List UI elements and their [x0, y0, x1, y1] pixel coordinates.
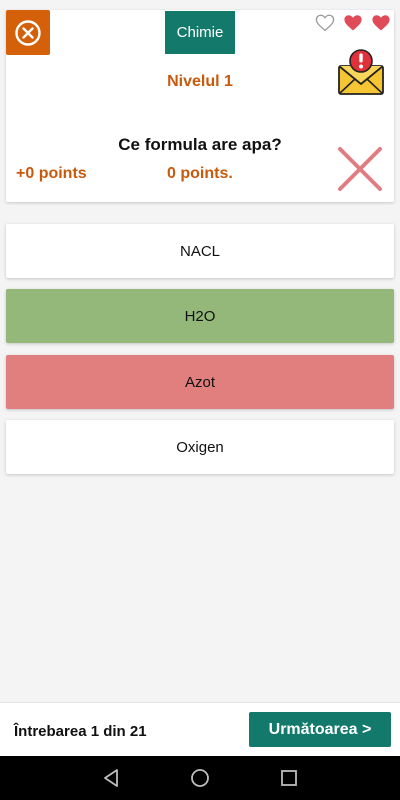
question-progress: Întrebarea 1 din 21 [14, 723, 147, 740]
bottom-bar: Întrebarea 1 din 21 Următoarea > [0, 702, 400, 756]
system-nav-bar [0, 756, 400, 800]
answer-option-4[interactable]: Oxigen [6, 420, 394, 474]
next-button[interactable]: Următoarea > [249, 712, 391, 747]
heart-filled-icon [344, 15, 362, 31]
nav-recents-icon[interactable] [279, 768, 299, 788]
nav-home-icon[interactable] [190, 768, 210, 788]
heart-outline-icon [315, 14, 335, 32]
category-badge: Chimie [165, 11, 235, 54]
nav-back-icon[interactable] [101, 768, 121, 788]
heart-filled-icon [372, 15, 390, 31]
mail-alert-icon [338, 49, 384, 95]
answer-option-2[interactable]: H2O [6, 289, 394, 343]
lives-indicator [313, 14, 393, 36]
points-total: 0 points. [167, 165, 233, 182]
answer-option-3[interactable]: Azot [6, 355, 394, 409]
mail-alert-button[interactable] [336, 48, 386, 98]
wrong-x-icon [338, 147, 382, 191]
close-circle-icon [15, 19, 41, 46]
answer-option-1[interactable]: NACL [6, 224, 394, 278]
close-button[interactable] [6, 10, 50, 55]
points-gained: +0 points [16, 165, 87, 182]
